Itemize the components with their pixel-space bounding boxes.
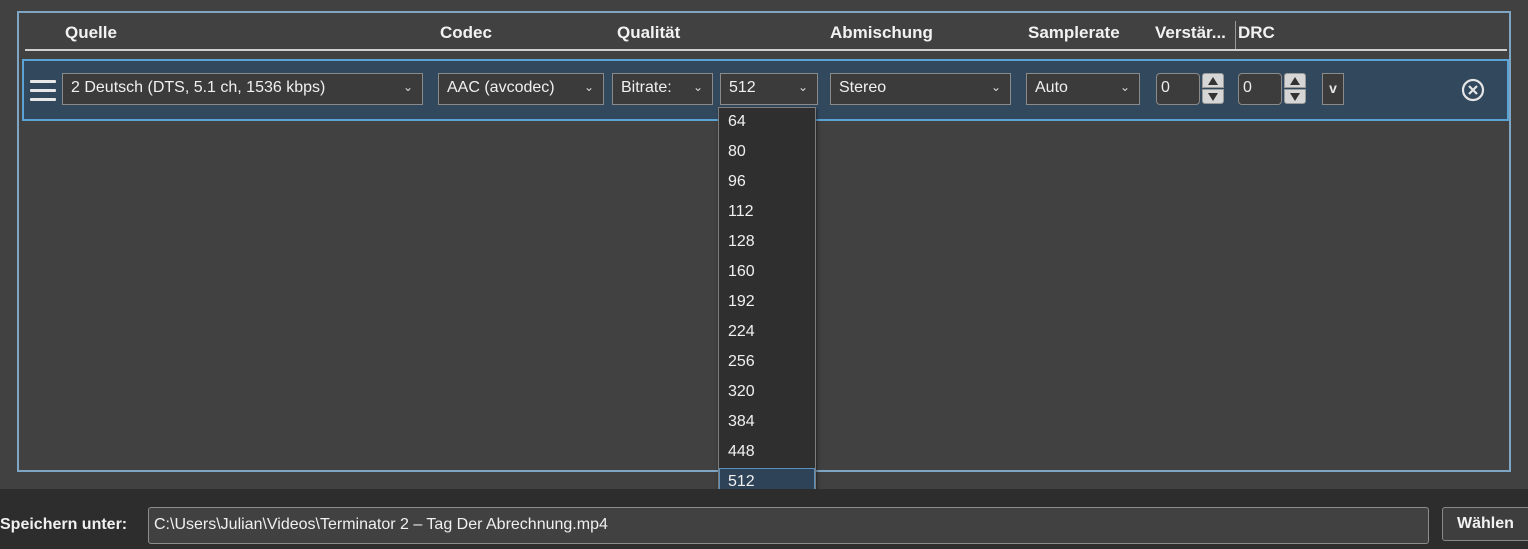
header-gain: Verstär... [1155, 23, 1226, 42]
chevron-down-icon: ⌄ [402, 80, 413, 94]
triangle-up-icon[interactable] [1202, 73, 1224, 88]
bitrate-option[interactable]: 160 [719, 258, 815, 288]
extra-options-toggle[interactable]: v [1322, 73, 1344, 105]
bitrate-dropdown[interactable]: 512 ⌄ [720, 73, 818, 105]
header-samplerate: Samplerate [1028, 23, 1120, 42]
bitrate-option[interactable]: 256 [719, 348, 815, 378]
bitrate-option[interactable]: 112 [719, 198, 815, 228]
mixdown-value: Stereo [839, 79, 887, 96]
bitrate-option[interactable]: 80 [719, 138, 815, 168]
save-bar: Speichern unter: C:\Users\Julian\Videos\… [0, 489, 1528, 549]
bitrate-option[interactable]: 96 [719, 168, 815, 198]
source-dropdown[interactable]: 2 Deutsch (DTS, 5.1 ch, 1536 kbps) ⌄ [62, 73, 423, 105]
header-source: Quelle [65, 23, 117, 42]
drc-field[interactable]: 0 [1238, 73, 1282, 105]
header-quality: Qualität [617, 23, 681, 42]
samplerate-dropdown[interactable]: Auto ⌄ [1026, 73, 1140, 105]
drag-handle-icon[interactable] [30, 80, 56, 102]
drc-stepper[interactable]: 0 [1238, 73, 1308, 105]
quality-mode-dropdown[interactable]: Bitrate: ⌄ [612, 73, 713, 105]
chevron-down-icon: ⌄ [1119, 80, 1130, 94]
bitrate-option[interactable]: 192 [719, 288, 815, 318]
bitrate-option[interactable]: 224 [719, 318, 815, 348]
samplerate-value: Auto [1035, 79, 1068, 96]
column-header: Quelle Codec Qualität Abmischung Sampler… [19, 21, 1509, 45]
header-codec: Codec [440, 23, 492, 42]
bitrate-dropdown-list: 64 80 96 112 128 160 192 224 256 320 384 448 512 [718, 107, 816, 499]
chevron-down-icon: ⌄ [583, 80, 594, 94]
destination-path-input[interactable]: C:\Users\Julian\Videos\Terminator 2 – Ta… [148, 507, 1429, 544]
choose-button[interactable]: Wählen [1442, 507, 1528, 541]
chevron-down-icon: ⌄ [797, 80, 808, 94]
bitrate-option[interactable]: 64 [719, 108, 815, 138]
chevron-down-icon: ⌄ [990, 80, 1001, 94]
triangle-up-icon[interactable] [1284, 73, 1306, 88]
chevron-down-icon: ⌄ [692, 80, 703, 94]
mixdown-dropdown[interactable]: Stereo ⌄ [830, 73, 1011, 105]
header-mixdown: Abmischung [830, 23, 933, 42]
codec-dropdown[interactable]: AAC (avcodec) ⌄ [438, 73, 604, 105]
quality-mode-value: Bitrate: [621, 79, 672, 96]
source-value: 2 Deutsch (DTS, 5.1 ch, 1536 kbps) [71, 79, 326, 96]
bitrate-option[interactable]: 448 [719, 438, 815, 468]
save-as-label: Speichern unter: [0, 516, 128, 533]
bitrate-option[interactable]: 128 [719, 228, 815, 258]
column-separator[interactable] [1235, 21, 1236, 49]
codec-value: AAC (avcodec) [447, 79, 555, 96]
bitrate-option[interactable]: 320 [719, 378, 815, 408]
triangle-down-icon[interactable] [1202, 89, 1224, 104]
gain-field[interactable]: 0 [1156, 73, 1200, 105]
bitrate-option[interactable]: 384 [719, 408, 815, 438]
circle-x-icon[interactable] [1460, 77, 1486, 103]
bitrate-value: 512 [729, 79, 756, 96]
header-divider [25, 49, 1507, 51]
header-drc: DRC [1238, 23, 1275, 42]
gain-stepper[interactable]: 0 [1156, 73, 1226, 105]
triangle-down-icon[interactable] [1284, 89, 1306, 104]
